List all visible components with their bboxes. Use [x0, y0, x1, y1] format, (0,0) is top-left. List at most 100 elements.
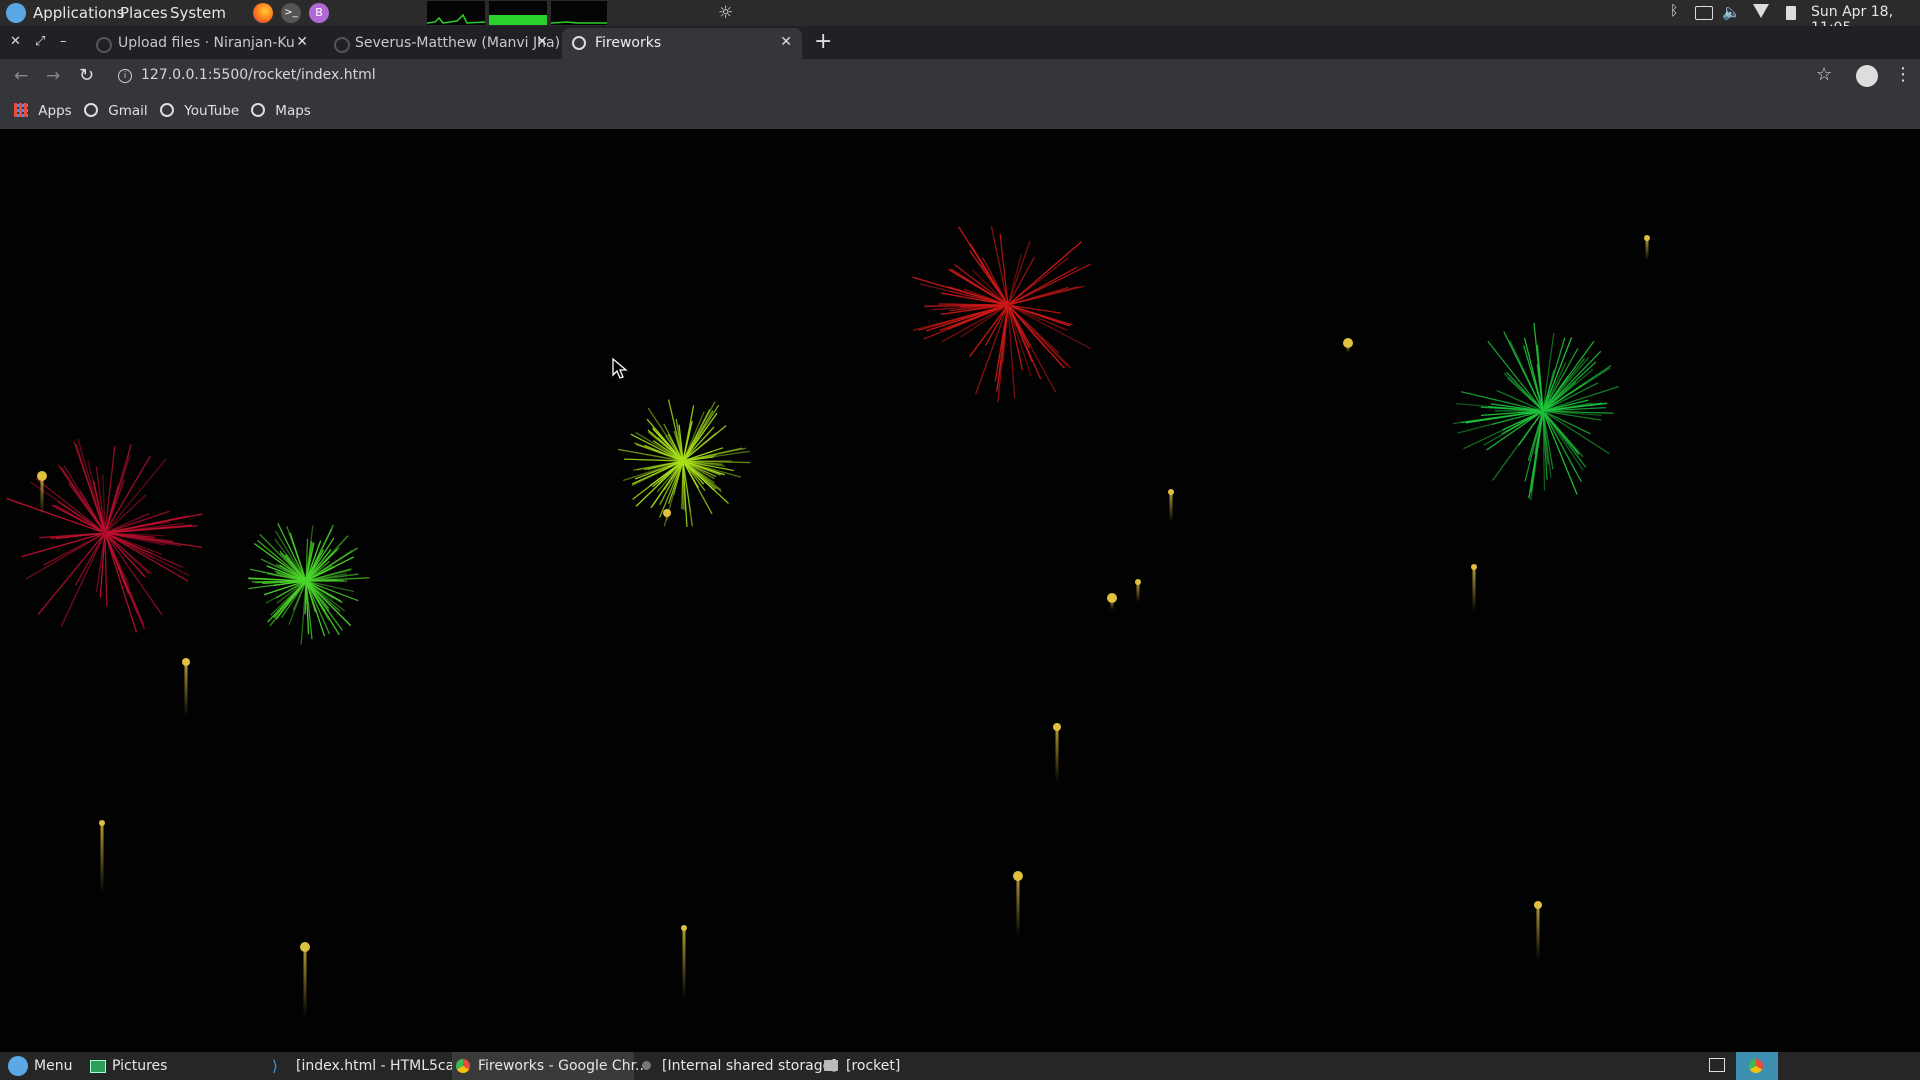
firework-burst: [6, 438, 203, 633]
bookmark-label: YouTube: [184, 103, 240, 119]
wifi-icon[interactable]: [1753, 4, 1769, 18]
folder-icon: [824, 1060, 838, 1071]
globe-icon: [160, 103, 174, 117]
brightness-icon[interactable]: ☼: [718, 3, 733, 23]
mouse-cursor-icon: [612, 358, 628, 379]
chrome-icon: [456, 1059, 470, 1073]
system-monitor-graph: [426, 1, 607, 25]
omnibox[interactable]: i 127.0.0.1:5500/rocket/index.html: [108, 61, 1808, 91]
bookmark-label: Maps: [275, 103, 311, 119]
taskbar-item-pictures[interactable]: Pictures: [88, 1052, 198, 1080]
taskbar-item-rocket-folder[interactable]: [rocket]: [822, 1052, 922, 1080]
window-minimize-icon[interactable]: –: [60, 34, 67, 49]
tab-title: Fireworks: [595, 35, 662, 51]
fireworks-svg: [6, 226, 1650, 1017]
rocket-trail: [1055, 727, 1059, 782]
rocket: [1534, 901, 1542, 960]
window-maximize-icon[interactable]: ⤢: [35, 34, 45, 49]
rocket: [1343, 338, 1353, 353]
rocket-head: [182, 658, 190, 666]
rocket: [1135, 579, 1141, 602]
firework-spark: [104, 444, 132, 533]
new-tab-button[interactable]: +: [814, 29, 832, 54]
info-icon[interactable]: i: [118, 69, 132, 83]
bookmark-gmail[interactable]: Gmail: [84, 103, 148, 119]
firework-burst: [912, 226, 1092, 403]
more-menu-icon[interactable]: ⋮: [1894, 64, 1912, 85]
rocket-head: [1343, 338, 1353, 348]
applications-menu[interactable]: Applications: [33, 4, 125, 22]
rocket-head: [1644, 235, 1650, 241]
globe-icon: [572, 36, 586, 50]
firework-burst: [618, 399, 751, 528]
taskbar-label: Pictures: [112, 1058, 168, 1074]
firework-spark: [1011, 263, 1092, 304]
keyboard-icon[interactable]: [1695, 6, 1713, 20]
reload-icon[interactable]: ↻: [79, 65, 94, 86]
tab-title: Severus-Matthew (Manvi Jha): [355, 35, 561, 51]
profile-avatar-icon[interactable]: [1856, 65, 1878, 87]
taskbar-menu-button[interactable]: Menu: [4, 1052, 74, 1080]
back-icon[interactable]: ←: [14, 66, 28, 86]
tab-loading-icon: [334, 37, 350, 53]
places-menu[interactable]: Places: [120, 4, 168, 22]
system-menu[interactable]: System: [170, 4, 226, 22]
taskbar-label: [index.html - HTML5ca...: [296, 1058, 468, 1074]
rocket-head: [1168, 489, 1174, 495]
fireworks-canvas[interactable]: [0, 129, 1920, 1052]
tab-fireworks[interactable]: Fireworks ✕: [562, 28, 802, 59]
bookmark-youtube[interactable]: YouTube: [160, 103, 239, 119]
bookmark-maps[interactable]: Maps: [251, 103, 311, 119]
rocket: [1168, 489, 1174, 522]
rocket-trail: [1472, 567, 1476, 612]
rocket-head: [1053, 723, 1061, 731]
globe-icon: [251, 103, 265, 117]
rocket-trail: [100, 823, 104, 893]
rocket-trail: [303, 947, 307, 1017]
workspace-switcher-icon[interactable]: [1709, 1058, 1725, 1072]
battery-icon[interactable]: [1786, 6, 1796, 20]
firework-burst: [1452, 322, 1619, 501]
rocket: [182, 658, 190, 717]
bookmark-apps[interactable]: Apps: [14, 103, 72, 119]
tab-close-icon[interactable]: ✕: [780, 34, 792, 50]
taskbar-label: Fireworks - Google Chr...: [478, 1058, 649, 1074]
top-panel: Applications Places System >_ B ☼ ᛒ 🔈 Su…: [0, 0, 1920, 36]
browser-toolbar: ← → ↻ i 127.0.0.1:5500/rocket/index.html…: [0, 59, 1920, 95]
taskbar-item-shared-storage[interactable]: [Internal shared storage]: [640, 1052, 837, 1080]
text-editor-icon[interactable]: B: [309, 3, 329, 23]
drive-icon: [642, 1061, 651, 1070]
tab-severus-matthew[interactable]: Severus-Matthew (Manvi Jha) ✕: [328, 28, 561, 59]
firework-spark: [104, 458, 167, 534]
taskbar-item-chrome[interactable]: Fireworks - Google Chr...: [452, 1052, 648, 1080]
firework-spark: [37, 534, 105, 615]
bluetooth-icon[interactable]: ᛒ: [1670, 3, 1678, 19]
tab-close-icon[interactable]: ✕: [536, 34, 548, 50]
terminal-icon[interactable]: >_: [281, 3, 301, 23]
chrome-tray-icon[interactable]: [1736, 1052, 1778, 1080]
tab-title: Upload files · Niranjan-Kumar: [118, 35, 294, 51]
tab-close-icon[interactable]: ✕: [296, 34, 308, 50]
rocket: [1053, 723, 1061, 782]
bookmark-star-icon[interactable]: ☆: [1816, 64, 1832, 85]
rocket-head: [663, 509, 671, 517]
window-close-icon[interactable]: ✕: [10, 34, 21, 49]
tab-loading-icon: [96, 37, 112, 53]
tab-upload-files[interactable]: Upload files · Niranjan-Kumar ✕: [90, 28, 318, 59]
rocket: [1644, 235, 1650, 260]
volume-icon[interactable]: 🔈: [1722, 3, 1741, 21]
url-text[interactable]: 127.0.0.1:5500/rocket/index.html: [141, 67, 376, 83]
firefox-icon[interactable]: [253, 3, 273, 23]
distro-logo-icon[interactable]: [6, 3, 26, 23]
firework-burst: [247, 523, 370, 645]
rocket-trail: [1536, 905, 1540, 960]
image-viewer-icon: [90, 1060, 106, 1073]
forward-icon[interactable]: →: [46, 66, 60, 86]
taskbar-item-vscode[interactable]: ⟩ [index.html - HTML5ca...: [270, 1052, 468, 1080]
rocket: [99, 820, 105, 893]
rocket-head: [99, 820, 105, 826]
rocket-head: [1107, 593, 1117, 603]
rocket-head: [37, 471, 47, 481]
apps-grid-icon: [14, 103, 28, 117]
taskbar-label: Menu: [34, 1058, 73, 1074]
